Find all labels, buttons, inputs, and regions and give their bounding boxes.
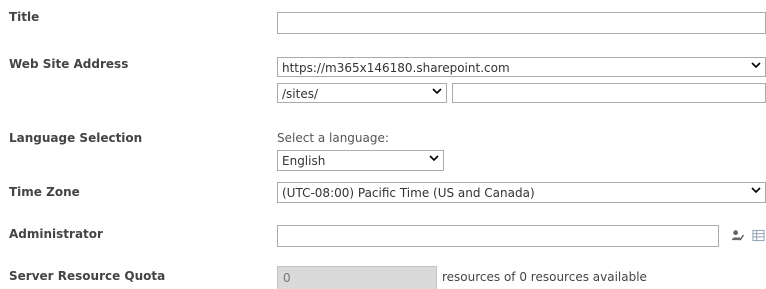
language-selection-label: Language Selection	[9, 131, 143, 145]
path-select-value: /sites/	[282, 87, 319, 101]
chevron-down-icon	[751, 62, 761, 69]
server-resource-quota-label: Server Resource Quota	[9, 269, 166, 283]
time-zone-select-value: (UTC-08:00) Pacific Time (US and Canada)	[282, 186, 535, 200]
path-select[interactable]: /sites/	[277, 83, 447, 103]
chevron-down-icon	[751, 187, 761, 194]
title-input[interactable]	[277, 12, 766, 34]
language-select-value: English	[282, 154, 326, 168]
chevron-down-icon	[429, 155, 439, 162]
administrator-input[interactable]	[277, 225, 719, 247]
domain-select-value: https://m365x146180.sharepoint.com	[282, 61, 510, 75]
browse-icon[interactable]	[752, 229, 765, 242]
domain-select[interactable]: https://m365x146180.sharepoint.com	[277, 57, 766, 77]
language-select[interactable]: English	[277, 150, 444, 171]
administrator-label: Administrator	[9, 227, 103, 241]
url-input[interactable]	[452, 83, 766, 103]
resource-quota-value: 0	[283, 271, 291, 285]
web-site-address-label: Web Site Address	[9, 57, 129, 71]
title-label: Title	[9, 10, 40, 24]
check-names-icon[interactable]	[731, 229, 744, 242]
resource-quota-input: 0	[277, 266, 437, 289]
time-zone-select[interactable]: (UTC-08:00) Pacific Time (US and Canada)	[277, 182, 766, 203]
time-zone-label: Time Zone	[9, 185, 80, 199]
resource-quota-suffix: resources of 0 resources available	[442, 270, 647, 284]
language-hint: Select a language:	[277, 131, 389, 145]
chevron-down-icon	[432, 88, 442, 95]
